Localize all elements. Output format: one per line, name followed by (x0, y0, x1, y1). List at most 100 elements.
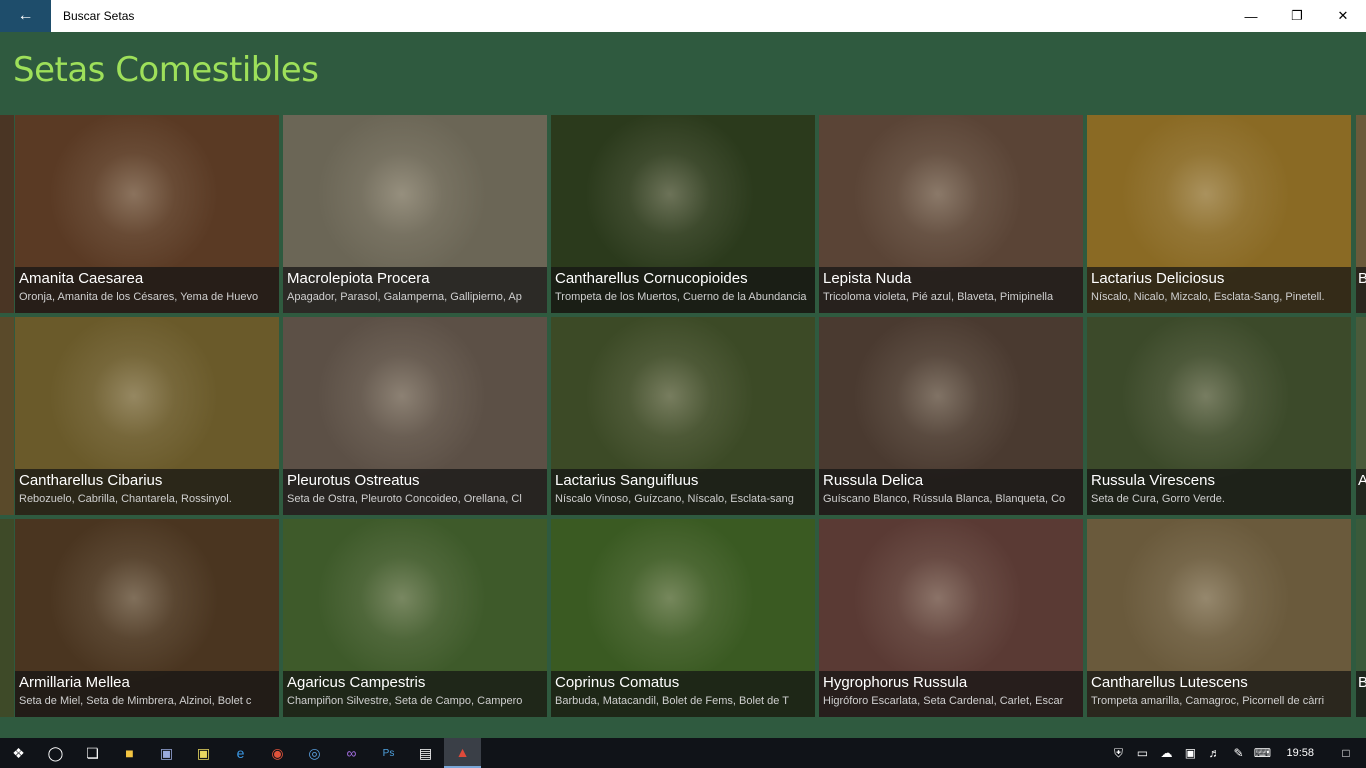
start-button[interactable]: ❖ (0, 738, 37, 768)
mushroom-common-names: Trompeta de los Muertos, Cuerno de la Ab… (555, 291, 807, 303)
network-button[interactable]: ▣ (1178, 738, 1202, 768)
pen-button[interactable]: ✎ (1226, 738, 1250, 768)
minimize-icon: — (1244, 8, 1258, 24)
mushroom-common-names: Oronja, Amanita de los Césares, Yema de … (19, 291, 259, 303)
volume-button[interactable]: ♬ (1202, 738, 1226, 768)
mushroom-tile[interactable]: Amanita Caesarea Oronja, Amanita de los C… (15, 115, 279, 313)
notepad-icon: ▣ (159, 744, 174, 761)
mushroom-tile[interactable]: Pleurotus Ostreatus Seta de Ostra, Pleuro… (283, 317, 547, 515)
mushroom-tile[interactable]: Cantharellus Cibarius Rebozuelo, Cabrilla… (15, 317, 279, 515)
mushroom-tile[interactable]: Russula Delica Guíscano Blanco, Rússula B… (819, 317, 1083, 515)
partial-tile-left[interactable] (0, 115, 14, 313)
partial-tile-left[interactable] (0, 317, 14, 515)
mushroom-name: Russula Virescens (1091, 472, 1215, 489)
minimize-button[interactable]: — (1228, 0, 1274, 32)
mushroom-tile[interactable]: Agaricus Campestris Champiñon Silvestre, … (283, 519, 547, 717)
mushroom-common-names: Champiñon Silvestre, Seta de Campo, Camp… (287, 695, 523, 707)
cortana-button[interactable]: ◯ (37, 738, 74, 768)
title-bar: ← Buscar Setas — ❐ ✕ (0, 0, 1366, 32)
mushroom-app-button[interactable]: ▲ (444, 738, 481, 768)
edge-button[interactable]: e (222, 738, 259, 768)
mushroom-common-names: Barbuda, Matacandil, Bolet de Fems, Bole… (555, 695, 789, 707)
tile-caption: Pleurotus Ostreatus Seta de Ostra, Pleuro… (283, 469, 547, 515)
notification-icon: □ (1342, 746, 1350, 760)
tile-caption: Lepista Nuda Tricoloma violeta, Pié azul,… (819, 267, 1083, 313)
mushroom-common-names: Seta de Ostra, Pleuroto Concoideo, Orell… (287, 493, 522, 505)
sticky-notes-icon: ▣ (196, 744, 211, 761)
browser-button[interactable]: ◎ (296, 738, 333, 768)
task-view-button[interactable]: ❏ (74, 738, 111, 768)
mushroom-name: Agaricus Campestris (287, 674, 426, 691)
tile-caption: Agaricus Campestris Champiñon Silvestre, … (283, 671, 547, 717)
tile-caption: Cantharellus Lutescens Trompeta amarilla,… (1087, 671, 1351, 717)
mushroom-common-names: Níscalo Vinoso, Guízcano, Níscalo, Escla… (555, 493, 794, 505)
notepad-button[interactable]: ▣ (148, 738, 185, 768)
mushroom-name: Coprinus Comatus (555, 674, 680, 691)
mushroom-tile[interactable]: Lepista Nuda Tricoloma violeta, Pié azul,… (819, 115, 1083, 313)
tile-caption: Hygrophorus Russula Higróforo Escarlata, … (819, 671, 1083, 717)
page-title: Setas Comestibles (13, 50, 319, 90)
back-button[interactable]: ← (0, 0, 51, 32)
partial-tile-right[interactable]: B (1356, 115, 1366, 313)
mushroom-common-names: Apagador, Parasol, Galamperna, Gallipier… (287, 291, 522, 303)
partial-tile-right[interactable]: A (1356, 317, 1366, 515)
maximize-button[interactable]: ❐ (1274, 0, 1320, 32)
mushroom-common-names: Níscalo, Nicalo, Mizcalo, Esclata-Sang, … (1091, 291, 1325, 303)
mushroom-name: Pleurotus Ostreatus (287, 472, 420, 489)
partial-tile-left[interactable] (0, 519, 14, 717)
chrome-button[interactable]: ◉ (259, 738, 296, 768)
mushroom-tile[interactable]: Coprinus Comatus Barbuda, Matacandil, Bol… (551, 519, 815, 717)
file-explorer-button[interactable]: ■ (111, 738, 148, 768)
onedrive-button[interactable]: ☁ (1154, 738, 1178, 768)
close-button[interactable]: ✕ (1320, 0, 1366, 32)
usb-button[interactable]: ▭ (1130, 738, 1154, 768)
mushroom-tile[interactable]: Lactarius Sanguifluus Níscalo Vinoso, Guí… (551, 317, 815, 515)
visual-studio-button[interactable]: ∞ (333, 738, 370, 768)
folder-icon: ■ (125, 745, 134, 761)
window-title: Buscar Setas (63, 9, 135, 23)
tile-caption: Cantharellus Cibarius Rebozuelo, Cabrilla… (15, 469, 279, 515)
partial-tile-right[interactable]: B (1356, 519, 1366, 717)
shield-icon: ⛨ (1113, 745, 1123, 760)
mushroom-name: Lactarius Deliciosus (1091, 270, 1225, 287)
mushroom-tile[interactable]: Lactarius Deliciosus Níscalo, Nicalo, Miz… (1087, 115, 1351, 313)
windows-logo-icon: ❖ (12, 744, 25, 761)
defender-button[interactable]: ⛨ (1106, 738, 1130, 768)
cloud-icon: ☁ (1160, 746, 1173, 760)
mushroom-tile[interactable]: Macrolepiota Procera Apagador, Parasol, G… (283, 115, 547, 313)
globe-icon: ◎ (308, 744, 321, 761)
mushroom-tile[interactable]: Hygrophorus Russula Higróforo Escarlata, … (819, 519, 1083, 717)
photoshop-button[interactable]: Ps (370, 738, 407, 768)
mushroom-name: Lepista Nuda (823, 270, 912, 287)
mushroom-icon: ▲ (455, 744, 470, 760)
mushroom-tile[interactable]: Russula Virescens Seta de Cura, Gorro Ver… (1087, 317, 1351, 515)
speaker-icon: ♬ (1208, 746, 1221, 760)
photoshop-icon: Ps (382, 747, 395, 759)
store-button[interactable]: ▤ (407, 738, 444, 768)
mushroom-name: Cantharellus Cornucopioides (555, 270, 748, 287)
pen-icon: ✎ (1233, 746, 1244, 760)
mushroom-common-names: Seta de Miel, Seta de Mimbrera, Alzinoi,… (19, 695, 252, 707)
mushroom-name: Armillaria Mellea (19, 674, 130, 691)
partial-tile-label: B (1356, 671, 1366, 717)
mushroom-name: Amanita Caesarea (19, 270, 144, 287)
action-center-button[interactable]: □ (1326, 738, 1366, 768)
clock[interactable]: 19:58 (1274, 747, 1326, 759)
mushroom-common-names: Higróforo Escarlata, Seta Cardenal, Carl… (823, 695, 1064, 707)
window-controls: — ❐ ✕ (1228, 0, 1366, 32)
mushroom-name: Cantharellus Cibarius (19, 472, 163, 489)
notes-button[interactable]: ▣ (185, 738, 222, 768)
system-tray: ⛨ ▭ ☁ ▣ ♬ ✎ ⌨ 19:58 □ (1106, 738, 1366, 768)
restore-icon: ❐ (1291, 8, 1303, 23)
tile-caption: Armillaria Mellea Seta de Miel, Seta de M… (15, 671, 279, 717)
chrome-icon: ◉ (271, 744, 284, 761)
usb-icon: ▭ (1136, 746, 1149, 760)
close-icon: ✕ (1337, 8, 1349, 23)
keyboard-button[interactable]: ⌨ (1250, 738, 1274, 768)
network-icon: ▣ (1184, 746, 1197, 760)
mushroom-grid: Amanita Caesarea Oronja, Amanita de los C… (0, 115, 1366, 717)
mushroom-tile[interactable]: Armillaria Mellea Seta de Miel, Seta de M… (15, 519, 279, 717)
partial-tile-label: A (1356, 469, 1366, 515)
mushroom-tile[interactable]: Cantharellus Lutescens Trompeta amarilla,… (1087, 519, 1351, 717)
mushroom-tile[interactable]: Cantharellus Cornucopioides Trompeta de l… (551, 115, 815, 313)
